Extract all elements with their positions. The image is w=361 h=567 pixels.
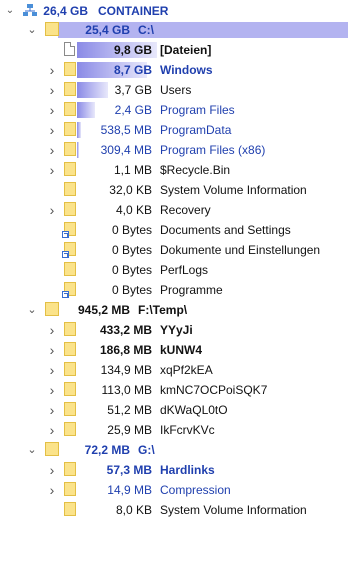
row-size: 433,2 MB [99, 323, 152, 337]
tree-row[interactable]: › 14,9 MB Compression [0, 480, 361, 500]
row-name: Documents and Settings [160, 223, 291, 237]
chevron-down-icon[interactable]: ⌄ [27, 440, 37, 460]
tree-row[interactable]: 0 Bytes PerfLogs [0, 260, 361, 280]
tree-row[interactable]: ⌄ 25,4 GB C:\ [0, 20, 361, 40]
row-size: 9,8 GB [113, 43, 152, 57]
row-name: xqPf2kEA [160, 363, 213, 377]
chevron-right-icon[interactable]: › [47, 420, 57, 440]
tree-row[interactable]: › 538,5 MB ProgramData [0, 120, 361, 140]
row-name: Recovery [160, 203, 211, 217]
chevron-right-icon[interactable]: › [47, 360, 57, 380]
row-size: 0 Bytes [111, 283, 152, 297]
row-size: 2,4 GB [114, 103, 152, 117]
row-name: kmNC7OCPoiSQK7 [160, 383, 268, 397]
row-name: kUNW4 [160, 343, 203, 357]
row-name: Program Files [160, 103, 235, 117]
row-size: 945,2 MB [77, 303, 130, 317]
row-size: 51,2 MB [107, 403, 152, 417]
row-name: F:\Temp\ [138, 303, 188, 317]
row-size: 8,0 KB [115, 503, 152, 517]
row-name: Hardlinks [160, 463, 215, 477]
row-name: $Recycle.Bin [160, 163, 231, 177]
chevron-right-icon[interactable]: › [47, 400, 57, 420]
tree-row-root[interactable]: ⌄ 26,4 GB CONTAINER [0, 1, 361, 21]
tree-row[interactable]: › 186,8 MB kUNW4 [0, 340, 361, 360]
row-size: 113,0 MB [101, 383, 152, 397]
row-size: 25,4 GB [85, 23, 130, 37]
row-size: 26,4 GB [43, 4, 88, 18]
tree-row[interactable]: 9,8 GB [Dateien] [0, 40, 361, 60]
row-name: Dokumente und Einstellungen [160, 243, 321, 257]
tree-row[interactable]: › 4,0 KB Recovery [0, 200, 361, 220]
row-name: Programme [160, 283, 223, 297]
chevron-down-icon[interactable]: ⌄ [27, 300, 37, 320]
tree-row[interactable]: › 25,9 MB IkFcrvKVc [0, 420, 361, 440]
chevron-right-icon[interactable]: › [47, 320, 57, 340]
chevron-right-icon[interactable]: › [47, 80, 57, 100]
row-name: YYyJi [160, 323, 193, 337]
row-name: Windows [160, 63, 213, 77]
row-name: C:\ [138, 23, 154, 37]
tree-row[interactable]: › 51,2 MB dKWaQL0tO [0, 400, 361, 420]
chevron-right-icon[interactable]: › [47, 340, 57, 360]
chevron-right-icon[interactable]: › [47, 100, 57, 120]
chevron-right-icon[interactable]: › [47, 140, 57, 160]
chevron-right-icon[interactable]: › [47, 380, 57, 400]
row-name: [Dateien] [160, 43, 212, 57]
row-name: CONTAINER [98, 4, 169, 18]
row-size: 3,7 GB [114, 83, 152, 97]
tree-row[interactable]: 0 Bytes Dokumente und Einstellungen [0, 240, 361, 260]
row-name: PerfLogs [160, 263, 209, 277]
row-size: 72,2 MB [84, 443, 130, 457]
row-name: dKWaQL0tO [160, 403, 228, 417]
tree-row[interactable]: › 113,0 MB kmNC7OCPoiSQK7 [0, 380, 361, 400]
row-size: 0 Bytes [111, 263, 152, 277]
chevron-down-icon[interactable]: ⌄ [27, 20, 37, 40]
row-size: 32,0 KB [109, 183, 152, 197]
tree-row[interactable]: ⌄ 72,2 MB G:\ [0, 440, 361, 460]
row-name: ProgramData [160, 123, 232, 137]
row-size: 538,5 MB [100, 123, 152, 137]
tree-row[interactable]: 0 Bytes Documents and Settings [0, 220, 361, 240]
tree-row[interactable]: › 433,2 MB YYyJi [0, 320, 361, 340]
row-size: 0 Bytes [111, 243, 152, 257]
row-size: 57,3 MB [106, 463, 152, 477]
row-size: 309,4 MB [100, 143, 152, 157]
tree-row[interactable]: 8,0 KB System Volume Information [0, 500, 361, 520]
tree-row[interactable]: › 2,4 GB Program Files [0, 100, 361, 120]
chevron-right-icon[interactable]: › [47, 60, 57, 80]
row-name: Compression [160, 483, 231, 497]
tree-row[interactable]: › 309,4 MB Program Files (x86) [0, 140, 361, 160]
row-name: System Volume Information [160, 503, 307, 517]
tree-row[interactable]: › 1,1 MB $Recycle.Bin [0, 160, 361, 180]
row-size: 1,1 MB [113, 163, 152, 177]
tree-row[interactable]: ⌄ 945,2 MB F:\Temp\ [0, 300, 361, 320]
tree-row[interactable]: 32,0 KB System Volume Information [0, 180, 361, 200]
tree-row[interactable]: › 8,7 GB Windows [0, 60, 361, 80]
row-size: 4,0 KB [115, 203, 152, 217]
chevron-right-icon[interactable]: › [47, 120, 57, 140]
chevron-right-icon[interactable]: › [47, 160, 57, 180]
row-size: 8,7 GB [113, 63, 152, 77]
tree-row[interactable]: › 3,7 GB Users [0, 80, 361, 100]
row-name: System Volume Information [160, 183, 307, 197]
chevron-right-icon[interactable]: › [47, 480, 57, 500]
row-size: 25,9 MB [107, 423, 152, 437]
network-icon [23, 4, 37, 16]
row-size: 14,9 MB [107, 483, 152, 497]
chevron-down-icon[interactable]: ⌄ [5, 1, 15, 21]
tree-row[interactable]: 0 Bytes Programme [0, 280, 361, 300]
chevron-right-icon[interactable]: › [47, 460, 57, 480]
tree-row[interactable]: › 57,3 MB Hardlinks [0, 460, 361, 480]
row-size: 0 Bytes [111, 223, 152, 237]
row-name: Users [160, 83, 192, 97]
tree-row[interactable]: › 134,9 MB xqPf2kEA [0, 360, 361, 380]
row-size: 134,9 MB [100, 363, 152, 377]
row-name: G:\ [138, 443, 155, 457]
row-name: Program Files (x86) [160, 143, 266, 157]
chevron-right-icon[interactable]: › [47, 200, 57, 220]
row-name: IkFcrvKVc [160, 423, 215, 437]
row-size: 186,8 MB [99, 343, 152, 357]
